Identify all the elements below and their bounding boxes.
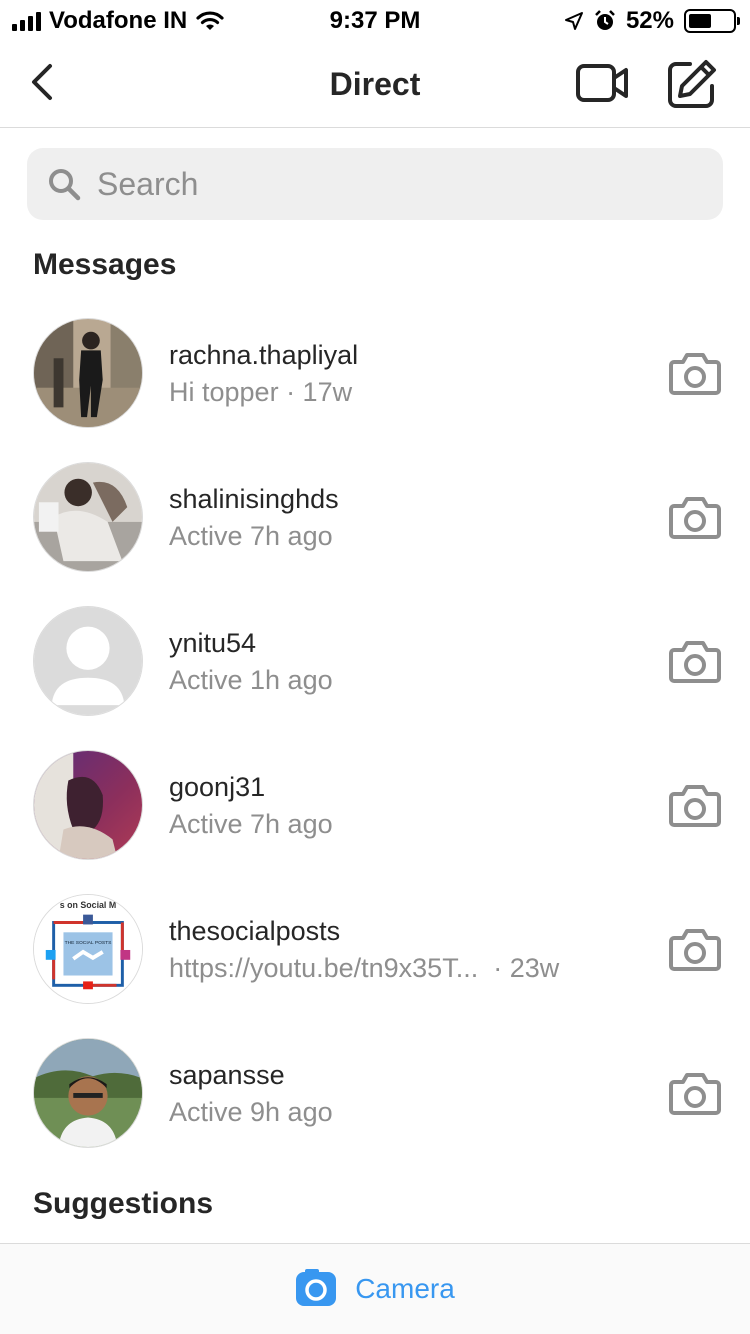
nav-header: Direct xyxy=(0,40,750,128)
messages-section-title: Messages xyxy=(33,248,177,281)
conversation-preview: Hi topper xyxy=(169,377,279,407)
conversation-preview: https://youtu.be/tn9x35T... xyxy=(169,953,479,983)
conversation-row[interactable]: goonj31 Active 7h ago xyxy=(0,732,750,876)
camera-icon[interactable] xyxy=(668,636,722,686)
logo-box-text: THE SOCIAL POSTS xyxy=(65,940,113,946)
search-input[interactable] xyxy=(97,165,657,203)
conversation-preview: Active 7h ago xyxy=(169,809,333,839)
conversation-preview-line: Active 7h ago xyxy=(169,806,639,842)
conversation-username: sapansse xyxy=(169,1060,285,1090)
avatar-photo xyxy=(34,319,142,427)
battery-percent: 52% xyxy=(625,7,674,34)
conversation-list: rachna.thapliyal Hi topper · 17w shalini… xyxy=(0,300,750,1164)
conversation-username: rachna.thapliyal xyxy=(169,340,359,370)
avatar[interactable] xyxy=(33,462,143,572)
conversation-username: shalinisinghds xyxy=(169,484,339,514)
conversation-preview-line: Hi topper · 17w xyxy=(169,374,639,410)
camera-bar[interactable]: Camera xyxy=(0,1243,750,1334)
logo-top-text: s on Social M xyxy=(60,900,116,910)
location-arrow-icon xyxy=(564,12,583,30)
conversation-text: shalinisinghds Active 7h ago xyxy=(169,482,639,554)
conversation-preview-line: https://youtu.be/tn9x35T... · 23w xyxy=(169,950,639,986)
conversation-username: thesocialposts xyxy=(169,916,341,946)
conversation-preview-line: Active 7h ago xyxy=(169,518,639,554)
conversation-preview: Active 1h ago xyxy=(169,665,333,695)
camera-icon[interactable] xyxy=(668,924,722,974)
conversation-preview: Active 7h ago xyxy=(169,521,333,551)
search-icon xyxy=(49,169,81,201)
page-title: Direct xyxy=(329,66,421,102)
default-avatar-icon xyxy=(34,607,142,715)
battery-fill xyxy=(689,14,711,28)
camera-icon[interactable] xyxy=(668,348,722,398)
camera-icon[interactable] xyxy=(668,780,722,830)
conversation-text: rachna.thapliyal Hi topper · 17w xyxy=(169,338,639,410)
avatar-photo xyxy=(34,751,142,859)
conversation-row[interactable]: shalinisinghds Active 7h ago xyxy=(0,444,750,588)
conversation-row[interactable]: rachna.thapliyal Hi topper · 17w xyxy=(0,300,750,444)
conversation-text: sapansse Active 9h ago xyxy=(169,1058,639,1130)
status-right: 52% xyxy=(564,6,740,36)
camera-label[interactable]: Camera xyxy=(355,1273,455,1305)
avatar[interactable] xyxy=(33,318,143,428)
avatar-logo: s on Social M THE SOCIAL POSTS xyxy=(34,895,142,1003)
status-bar: Vodafone IN 9:37 PM 52% xyxy=(0,0,750,40)
avatar[interactable] xyxy=(33,606,143,716)
search-bar[interactable] xyxy=(27,148,723,220)
conversation-time: · 17w xyxy=(278,377,353,407)
conversation-text: ynitu54 Active 1h ago xyxy=(169,626,639,698)
avatar[interactable] xyxy=(33,1038,143,1148)
conversation-text: goonj31 Active 7h ago xyxy=(169,770,639,842)
conversation-row[interactable]: ynitu54 Active 1h ago xyxy=(0,588,750,732)
suggestions-section-title: Suggestions xyxy=(33,1187,214,1220)
avatar[interactable]: s on Social M THE SOCIAL POSTS xyxy=(33,894,143,1004)
avatar[interactable] xyxy=(33,750,143,860)
conversation-time: · 23w xyxy=(478,953,560,983)
alarm-icon xyxy=(595,10,615,30)
conversation-preview: Active 9h ago xyxy=(169,1097,333,1127)
battery-icon xyxy=(684,9,740,33)
conversation-username: ynitu54 xyxy=(169,628,257,658)
conversation-row[interactable]: sapansse Active 9h ago xyxy=(0,1020,750,1164)
conversation-username: goonj31 xyxy=(169,772,266,802)
avatar-photo xyxy=(34,1039,142,1147)
conversation-preview-line: Active 9h ago xyxy=(169,1094,639,1130)
conversation-row[interactable]: s on Social M THE SOCIAL POSTS thesocial… xyxy=(0,876,750,1020)
conversation-preview-line: Active 1h ago xyxy=(169,662,639,698)
video-camera-icon[interactable] xyxy=(574,58,630,108)
new-message-icon[interactable] xyxy=(666,58,718,110)
camera-icon[interactable] xyxy=(668,492,722,542)
conversation-text: thesocialposts https://youtu.be/tn9x35T.… xyxy=(169,914,639,986)
avatar-photo xyxy=(34,463,142,571)
camera-icon[interactable] xyxy=(295,1269,337,1309)
camera-icon[interactable] xyxy=(668,1068,722,1118)
